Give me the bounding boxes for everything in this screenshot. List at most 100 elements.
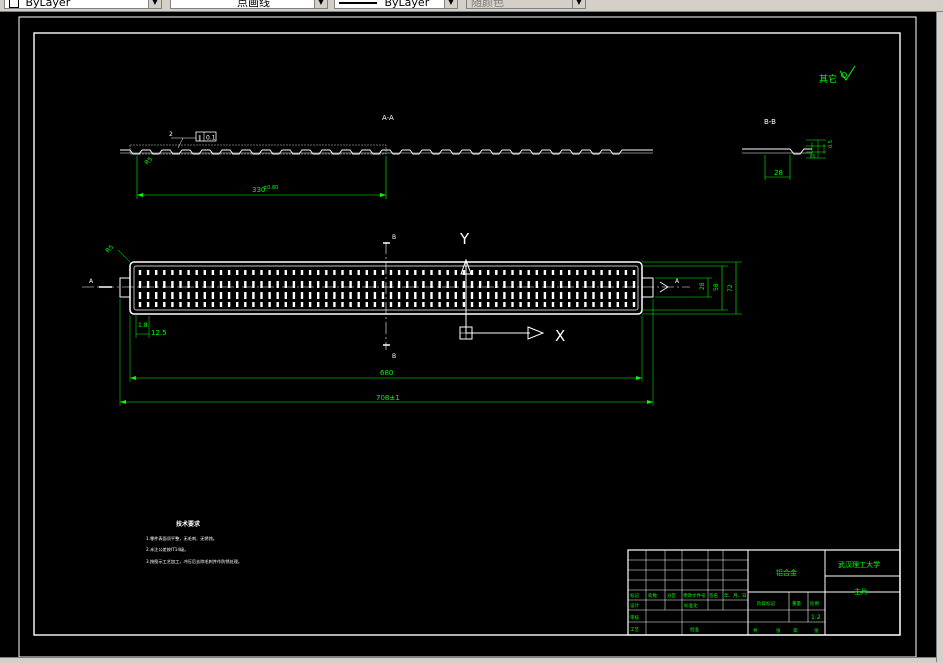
plate-slot bbox=[219, 302, 223, 307]
plate-slot bbox=[244, 270, 247, 275]
tb-header-mark: 标记 bbox=[630, 592, 639, 599]
plate-slot bbox=[179, 302, 182, 307]
linetype-control-dropdown[interactable]: 点画线 ▼ bbox=[170, 0, 328, 9]
plate-slot bbox=[446, 302, 449, 307]
plate-slot bbox=[203, 302, 206, 307]
plate-slot bbox=[495, 302, 498, 307]
plate-slot bbox=[179, 281, 182, 288]
tb-standardize: 标准化 bbox=[684, 602, 698, 609]
plate-slot bbox=[187, 292, 190, 299]
plate-slot bbox=[284, 292, 287, 299]
flatness-value: 0.1 bbox=[206, 135, 216, 142]
plate-slot bbox=[568, 270, 571, 275]
drawing-canvas[interactable]: 其它 A-A 0.1 ∥ 2 R5 330 ±0.80 B-B 28 0.5 R… bbox=[0, 12, 936, 657]
plate-slot bbox=[535, 302, 538, 307]
dim-708: 708±1 bbox=[376, 394, 400, 402]
vertical-dims: 28 58 72 bbox=[642, 261, 742, 315]
plate-slot bbox=[559, 281, 563, 288]
plate-slot bbox=[276, 302, 279, 307]
plate-slot bbox=[211, 302, 215, 307]
section-aa-view: A-A 0.1 ∥ 2 R5 330 ±0.80 bbox=[120, 114, 653, 199]
marker-a-right: A bbox=[675, 278, 680, 285]
plate-slot bbox=[397, 270, 401, 275]
plate-slot bbox=[179, 292, 182, 299]
tb-header-date: 年、月、日 bbox=[724, 592, 747, 599]
plate-slot bbox=[292, 302, 296, 307]
section-aa-label: A-A bbox=[382, 114, 394, 122]
chevron-down-icon[interactable]: ▼ bbox=[444, 0, 457, 8]
dim-28-plan: 28 bbox=[699, 282, 706, 290]
marker-a-left: A bbox=[89, 278, 94, 285]
chevron-down-icon[interactable]: ▼ bbox=[572, 0, 585, 8]
plate-slot bbox=[406, 270, 409, 275]
plate-slot bbox=[422, 292, 425, 299]
plate-slot bbox=[365, 292, 368, 299]
plate-slot bbox=[462, 302, 466, 307]
horizontal-scrollbar[interactable] bbox=[0, 657, 936, 663]
school-name: 武汉理工大学 bbox=[838, 560, 880, 569]
plate-slot bbox=[373, 302, 377, 307]
plotstyle-control-dropdown[interactable]: 随颜色 ▼ bbox=[466, 0, 586, 9]
color-control-value: ByLayer bbox=[25, 0, 71, 9]
plate-slot bbox=[171, 292, 174, 299]
plate-slot bbox=[576, 270, 579, 275]
plate-slot bbox=[576, 292, 579, 299]
lineweight-control-dropdown[interactable]: ByLayer ▼ bbox=[334, 0, 458, 9]
plate-slot bbox=[495, 292, 498, 299]
plate-slot bbox=[365, 270, 368, 275]
color-control-dropdown[interactable]: ByLayer ▼ bbox=[4, 0, 162, 9]
plate-slot bbox=[171, 270, 174, 275]
plate-slot bbox=[503, 292, 506, 299]
plate-slot bbox=[600, 292, 603, 299]
plate-slot bbox=[236, 302, 239, 307]
plate-slot bbox=[478, 292, 482, 299]
plate-slot bbox=[357, 302, 360, 307]
plate-slot bbox=[632, 292, 636, 299]
plate-slot bbox=[551, 292, 555, 299]
plate-slot bbox=[227, 270, 231, 275]
plate-slot bbox=[584, 292, 587, 299]
plate-slot bbox=[389, 292, 393, 299]
chevron-down-icon[interactable]: ▼ bbox=[314, 0, 327, 8]
tb-weight: 重量 bbox=[792, 600, 801, 607]
plate-slot bbox=[543, 270, 547, 275]
plate-slot bbox=[236, 292, 239, 299]
plate-slot bbox=[584, 270, 587, 275]
plate-slot bbox=[543, 292, 547, 299]
chevron-down-icon[interactable]: ▼ bbox=[148, 0, 161, 8]
note-line-3: 3.按图示工艺加工，冲压后去除毛刺并作防锈处理。 bbox=[146, 558, 242, 565]
plate-slot bbox=[430, 292, 433, 299]
plate-slot bbox=[568, 292, 571, 299]
plate-slot bbox=[146, 270, 150, 275]
plate-slot bbox=[511, 302, 514, 307]
tb-approve: 批准 bbox=[690, 626, 699, 633]
plate-slot bbox=[333, 292, 336, 299]
plate-slot bbox=[527, 270, 530, 275]
plate-slot bbox=[155, 270, 158, 275]
plate-slot bbox=[203, 270, 206, 275]
plate-slot bbox=[373, 270, 377, 275]
plate-slot bbox=[260, 270, 263, 275]
dim-0-5: 0.5 bbox=[828, 140, 834, 148]
radius-dim-aa: R5 bbox=[143, 156, 154, 167]
plate-slot bbox=[487, 270, 490, 275]
plate-slot bbox=[478, 270, 482, 275]
plate-slot bbox=[576, 302, 579, 307]
plate-slot bbox=[519, 292, 522, 299]
plate-slot bbox=[146, 302, 150, 307]
plate-slot bbox=[381, 292, 385, 299]
plate-slot bbox=[187, 302, 190, 307]
svg-text:∥: ∥ bbox=[198, 135, 201, 142]
plate-slot bbox=[454, 281, 457, 288]
plate-slot bbox=[252, 302, 255, 307]
plate-slot bbox=[592, 270, 595, 275]
plate-slot bbox=[155, 302, 158, 307]
plate-slot bbox=[414, 302, 417, 307]
tb-stage-mark: 阶段标记 bbox=[757, 600, 775, 607]
radius-dim-plan: R5 bbox=[104, 244, 115, 255]
tb-header-sign: 签名 bbox=[709, 592, 718, 599]
tb-header-count: 处数 bbox=[648, 592, 657, 599]
vertical-scrollbar[interactable] bbox=[936, 12, 943, 662]
note-line-1: 1.零件表面须平整，无毛刺、无锈蚀。 bbox=[146, 535, 217, 542]
plate-slot bbox=[308, 270, 312, 275]
